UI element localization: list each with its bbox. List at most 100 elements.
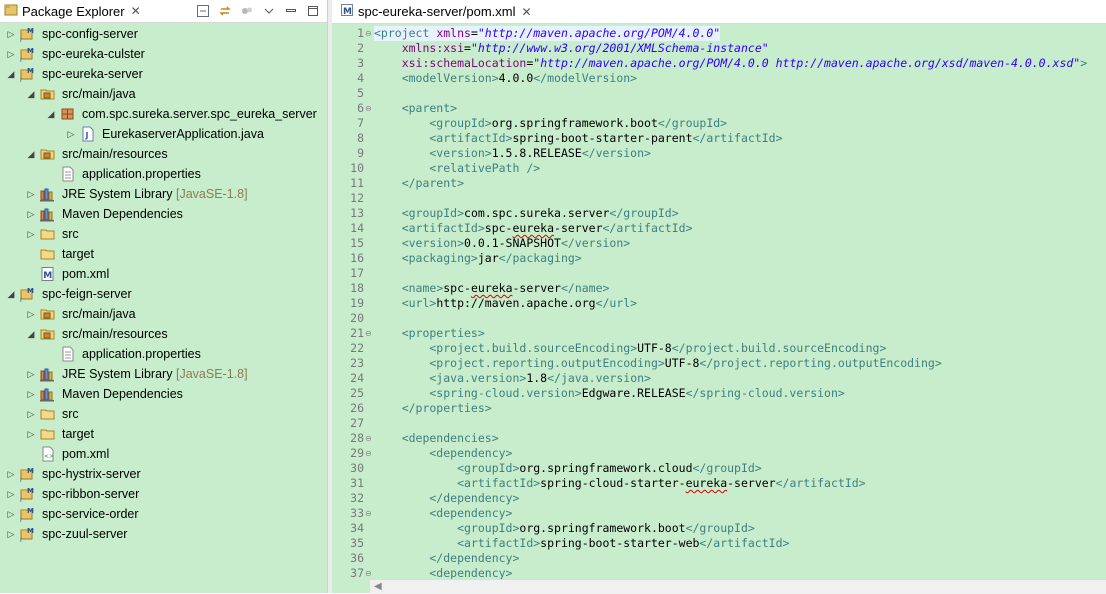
code-token: <project: [374, 26, 437, 40]
code-token: <artifactId>: [374, 536, 541, 550]
code-token: "http://maven.apache.org/POM/4.0.0": [477, 26, 721, 40]
collapsed-twisty-icon[interactable]: ▷: [6, 484, 16, 504]
tree-item[interactable]: application.properties: [0, 344, 327, 364]
tree-item[interactable]: ▷ src: [0, 404, 327, 424]
tree-item[interactable]: ▷ M Jspc-service-order: [0, 504, 327, 524]
collapsed-twisty-icon[interactable]: ▷: [26, 364, 36, 384]
filters-icon[interactable]: [239, 3, 255, 19]
tree-item[interactable]: ▷ M Jspc-hystrix-server: [0, 464, 327, 484]
collapsed-twisty-icon[interactable]: ▷: [26, 184, 36, 204]
tree-item[interactable]: target: [0, 244, 327, 264]
tree-item[interactable]: ◢ M Jspc-eureka-server: [0, 64, 327, 84]
collapsed-twisty-icon[interactable]: ▷: [26, 404, 36, 424]
expanded-twisty-icon[interactable]: ◢: [26, 84, 36, 104]
svg-text:J: J: [20, 537, 22, 542]
horizontal-scrollbar[interactable]: ◀: [370, 579, 1106, 594]
collapsed-twisty-icon[interactable]: ▷: [26, 204, 36, 224]
code-token: </packaging>: [498, 251, 582, 265]
collapsed-twisty-icon[interactable]: ▷: [26, 304, 36, 324]
svg-text:J: J: [20, 517, 22, 522]
tree-item[interactable]: ▷ src: [0, 224, 327, 244]
svg-text:J: J: [20, 37, 22, 42]
collapsed-twisty-icon[interactable]: ▷: [26, 384, 36, 404]
line-number: 19: [350, 296, 364, 310]
collapsed-twisty-icon[interactable]: ▷: [6, 464, 16, 484]
tree-item[interactable]: Mpom.xml: [0, 264, 327, 284]
collapsed-twisty-icon[interactable]: ▷: [26, 424, 36, 444]
tree-item[interactable]: ◢ com.spc.sureka.server.spc_eureka_server: [0, 104, 327, 124]
tree-item[interactable]: ◢ M Jspc-feign-server: [0, 284, 327, 304]
scroll-left-icon[interactable]: ◀: [374, 580, 382, 594]
tree-item[interactable]: ▷ src/main/java: [0, 304, 327, 324]
expanded-twisty-icon[interactable]: ◢: [46, 104, 56, 124]
minimize-icon[interactable]: [283, 3, 299, 19]
package-explorer-icon: [4, 3, 18, 20]
line-number: 10: [350, 161, 364, 175]
close-icon[interactable]: ✕: [522, 5, 532, 19]
tree-item[interactable]: ◢ src/main/resources: [0, 324, 327, 344]
maven-project-icon: MJ: [19, 506, 36, 524]
code-token: <artifactId>: [374, 476, 541, 490]
code-token: <parent>: [374, 101, 458, 115]
close-icon[interactable]: ✕: [131, 4, 141, 18]
collapsed-twisty-icon[interactable]: ▷: [26, 224, 36, 244]
package-explorer-tabbar: Package Explorer ✕: [0, 0, 327, 23]
collapsed-twisty-icon[interactable]: ▷: [66, 124, 76, 144]
code-token: </dependency>: [374, 491, 520, 505]
code-token: </groupId>: [657, 116, 728, 130]
expanded-twisty-icon[interactable]: ◢: [26, 324, 36, 344]
tree-item[interactable]: ◢ src/main/java: [0, 84, 327, 104]
collapsed-twisty-icon[interactable]: ▷: [6, 504, 16, 524]
expanded-twisty-icon[interactable]: ◢: [6, 284, 16, 304]
tree-item[interactable]: ▷ J EurekaserverApplication.java: [0, 124, 327, 144]
tree-item[interactable]: ▷ JRE System Library [JavaSE-1.8]: [0, 184, 327, 204]
line-number: 37: [350, 566, 364, 580]
code-line: <spring-cloud.version>Edgware.RELEASE</s…: [374, 386, 844, 401]
maven-project-icon: MJ: [19, 526, 36, 544]
link-with-editor-icon[interactable]: [217, 3, 233, 19]
expanded-twisty-icon[interactable]: ◢: [6, 64, 16, 84]
code-line: <url>http://maven.apache.org</url>: [374, 296, 637, 311]
package-explorer-tab[interactable]: Package Explorer ✕: [0, 0, 148, 22]
svg-text:M: M: [27, 467, 34, 475]
tree-item[interactable]: <> pom.xml: [0, 444, 327, 464]
code-line: <version>0.0.1-SNAPSHOT</version>: [374, 236, 631, 251]
line-number: 9: [357, 146, 364, 160]
collapsed-twisty-icon[interactable]: ▷: [6, 524, 16, 544]
code-line: <artifactId>spring-cloud-starter-eureka-…: [374, 476, 866, 491]
svg-text:M: M: [27, 287, 34, 295]
tree-item[interactable]: ▷ M Jspc-eureka-culster: [0, 44, 327, 64]
view-menu-icon[interactable]: [261, 3, 277, 19]
tree-item[interactable]: ▷ M Jspc-config-server: [0, 24, 327, 44]
collapsed-twisty-icon[interactable]: ▷: [6, 24, 16, 44]
library-icon: [40, 186, 56, 202]
code-token: spring-cloud-starter-: [540, 476, 686, 490]
line-number: 30: [350, 461, 364, 475]
tree-item[interactable]: application.properties: [0, 164, 327, 184]
maximize-icon[interactable]: [305, 3, 321, 19]
code-token: </artifactId>: [699, 536, 790, 550]
line-number: 3: [357, 56, 364, 70]
code-token: </artifactId>: [775, 476, 866, 490]
code-token: org.springframework.cloud: [519, 461, 693, 475]
folder-icon: [40, 406, 56, 422]
tree-item[interactable]: ▷ Maven Dependencies: [0, 204, 327, 224]
line-number: 4: [357, 71, 364, 85]
tree-item[interactable]: ▷ M Jspc-ribbon-server: [0, 484, 327, 504]
tree-item[interactable]: ▷ JRE System Library [JavaSE-1.8]: [0, 364, 327, 384]
tree-item[interactable]: ◢ src/main/resources: [0, 144, 327, 164]
line-number: 25: [350, 386, 364, 400]
editor-tab-pom-xml[interactable]: M spc-eureka-server/pom.xml ✕: [336, 0, 536, 23]
code-text-area[interactable]: <project xmlns="http://maven.apache.org/…: [370, 24, 1106, 579]
tree-item[interactable]: ▷ target: [0, 424, 327, 444]
code-token: 4.0.0: [498, 71, 534, 85]
expanded-twisty-icon[interactable]: ◢: [26, 144, 36, 164]
collapsed-twisty-icon[interactable]: ▷: [6, 44, 16, 64]
code-token: -server: [727, 476, 776, 490]
tree-item[interactable]: ▷ M Jspc-zuul-server: [0, 524, 327, 544]
line-number: 14: [350, 221, 364, 235]
tree-item[interactable]: ▷ Maven Dependencies: [0, 384, 327, 404]
collapse-all-icon[interactable]: [195, 3, 211, 19]
svg-text:M: M: [27, 527, 34, 535]
code-token: </version>: [560, 236, 631, 250]
